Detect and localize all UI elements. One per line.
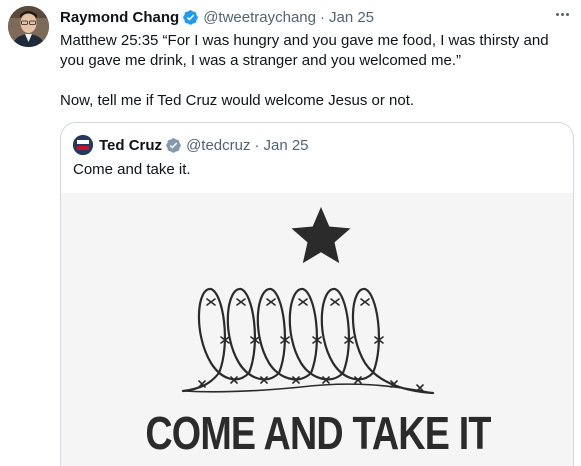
separator: ·: [319, 8, 325, 26]
quoted-tweet-header: Ted Cruz @tedcruz · Jan 25: [73, 135, 309, 155]
quoted-avatar: [73, 135, 93, 155]
barbed-wire-icon: [181, 287, 435, 395]
quoted-tweet-text: Come and take it.: [73, 161, 191, 178]
verified-badge-icon: [166, 137, 181, 153]
flag-slogan: COME AND TAKE IT: [145, 407, 491, 459]
quoted-tweet[interactable]: Ted Cruz @tedcruz · Jan 25 Come and take…: [60, 122, 574, 466]
separator: ·: [254, 136, 260, 154]
tweet-date[interactable]: Jan 25: [329, 9, 374, 26]
quoted-author-name[interactable]: Ted Cruz: [99, 137, 162, 154]
author-name[interactable]: Raymond Chang: [60, 9, 179, 26]
verified-badge-icon: [183, 9, 198, 25]
author-handle[interactable]: @tweetraychang: [203, 9, 316, 26]
barbs: [198, 298, 424, 392]
avatar[interactable]: [8, 6, 49, 47]
more-icon[interactable]: [551, 6, 573, 22]
star-icon: [291, 207, 351, 264]
tweet-text: Matthew 25:35 “For I was hungry and you …: [60, 32, 549, 109]
tweet-header: Raymond Chang @tweetraychang · Jan 25: [60, 7, 374, 27]
quoted-author-handle[interactable]: @tedcruz: [186, 137, 250, 154]
avatar-photo: [8, 6, 49, 47]
quoted-tweet-date[interactable]: Jan 25: [263, 137, 308, 154]
quoted-tweet-image[interactable]: COME AND TAKE IT: [61, 193, 573, 466]
